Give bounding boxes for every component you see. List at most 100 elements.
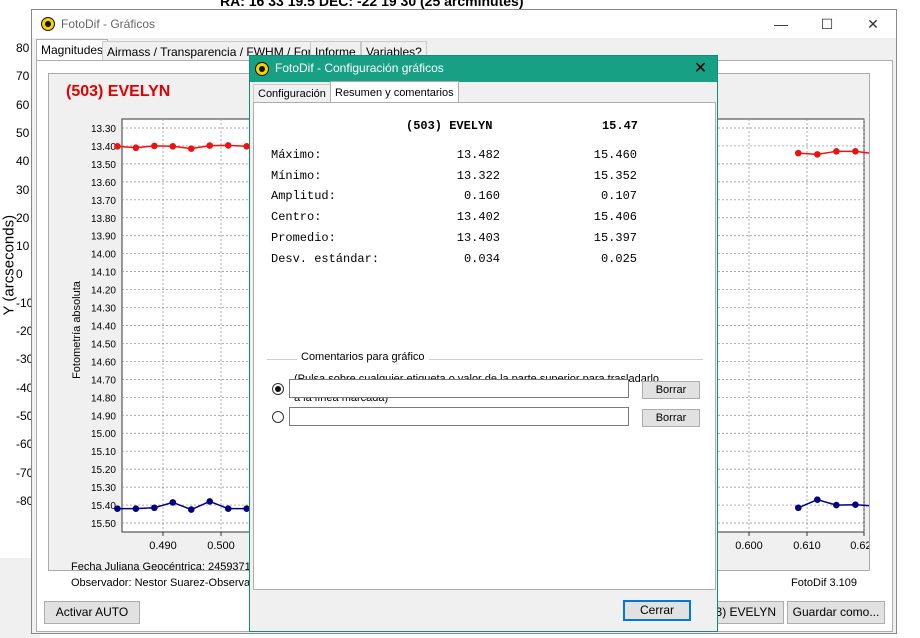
y-tick-label: 14.80 <box>91 393 116 404</box>
red-series-point <box>794 149 802 157</box>
stat-label[interactable]: Máximo: <box>271 148 321 162</box>
stat-value-1[interactable]: 13.402 <box>430 210 500 224</box>
y-tick-label: 14.40 <box>91 322 116 333</box>
y-tick-label: 14.20 <box>91 286 116 297</box>
red-series-point <box>814 151 821 158</box>
stat-value-2[interactable]: 0.107 <box>567 189 637 203</box>
x-tick-label: 0.600 <box>735 540 763 552</box>
tab-magnitudes[interactable]: Magnitudes <box>36 39 109 61</box>
x-tick-label: 0.490 <box>149 540 177 552</box>
x-tick-label: 0.500 <box>207 540 235 552</box>
red-series-point <box>169 142 177 150</box>
y-tick-label: 13.30 <box>91 124 116 135</box>
y-tick-label: 13.80 <box>91 214 116 225</box>
summary-object-name[interactable]: (503) EVELYN <box>406 119 492 133</box>
stat-label[interactable]: Promedio: <box>271 231 336 245</box>
observer-label: Observador: Nestor Suarez-Observato <box>71 577 260 589</box>
blue-series-point <box>224 505 232 512</box>
y-tick-label: 13.60 <box>91 178 116 189</box>
y-tick-label: 14.30 <box>91 304 116 315</box>
y-tick-label: 14.10 <box>91 268 116 279</box>
stat-value-2[interactable]: 15.406 <box>567 210 637 224</box>
config-dialog: FotoDif - Configuración gráficos ✕ Confi… <box>249 55 718 632</box>
stat-value-1[interactable]: 0.034 <box>430 252 500 266</box>
y-tick-label: 13.90 <box>91 232 116 243</box>
red-series-point <box>132 144 140 152</box>
stat-label[interactable]: Centro: <box>271 210 321 224</box>
comment-line1-input[interactable] <box>289 379 629 398</box>
window-title: FotoDif - Gráficos <box>61 17 156 31</box>
comment-line1-radio[interactable] <box>272 383 284 395</box>
fotodif-app-icon <box>255 62 269 76</box>
x-tick-label: 0.610 <box>793 540 821 552</box>
blue-series-point <box>169 499 177 506</box>
comments-legend: Comentarios para gráfico <box>297 351 429 363</box>
blue-series-point <box>114 505 121 512</box>
clear-line2-button[interactable]: Borrar <box>642 409 700 427</box>
y-tick-label: 15.30 <box>91 483 116 494</box>
dialog-close-button[interactable]: ✕ <box>684 57 717 81</box>
dialog-title: FotoDif - Configuración gráficos <box>275 61 444 75</box>
y-tick-label: 14.50 <box>91 339 116 350</box>
stat-value-2[interactable]: 15.352 <box>567 169 637 183</box>
red-series-point <box>151 142 158 150</box>
stat-value-1[interactable]: 13.482 <box>430 148 500 162</box>
y-tick-label: 14.00 <box>91 250 116 261</box>
version-label: FotoDif 3.109 <box>791 577 858 589</box>
activate-auto-button[interactable]: Activar AUTO <box>44 601 140 624</box>
y-tick-label: 15.20 <box>91 465 116 476</box>
comment-line2-radio[interactable] <box>272 411 284 423</box>
y-tick-label: 15.50 <box>91 519 116 530</box>
blue-series-point <box>132 505 140 512</box>
red-series-point <box>206 142 214 149</box>
blue-series-point <box>151 504 158 512</box>
red-series-point <box>833 148 840 155</box>
tab-resumen-comentarios[interactable]: Resumen y comentarios <box>330 81 459 103</box>
y-tick-label: 15.10 <box>91 447 116 458</box>
stat-value-2[interactable]: 15.397 <box>567 231 637 245</box>
stat-value-1[interactable]: 0.160 <box>430 189 500 203</box>
y-tick-label: 14.90 <box>91 411 116 422</box>
summary-object-value[interactable]: 15.47 <box>574 119 638 133</box>
blue-series-point <box>833 501 840 509</box>
y-tick-label: 15.00 <box>91 429 116 440</box>
save-as-button[interactable]: Guardar como... <box>787 601 885 624</box>
blue-series-point <box>187 506 195 513</box>
y-tick-label: 13.70 <box>91 196 116 207</box>
close-button[interactable]: ✕ <box>850 10 896 38</box>
comment-line2-input[interactable] <box>289 407 629 426</box>
x-tick-label: 0.620 <box>850 540 869 552</box>
y-tick-label: 13.40 <box>91 142 116 153</box>
background-ylabel: Y (arcseconds) <box>0 214 18 316</box>
stat-value-2[interactable]: 15.460 <box>567 148 637 162</box>
stat-label[interactable]: Desv. estándar: <box>271 252 379 266</box>
close-dialog-button[interactable]: Cerrar <box>623 600 691 621</box>
blue-series-point <box>794 504 802 512</box>
red-series-point <box>114 142 121 150</box>
background-title: RA: 16 33 19.5 DEC: -22 19 30 (25 arcmin… <box>220 0 524 9</box>
stat-label[interactable]: Amplitud: <box>271 189 336 203</box>
blue-series-point <box>206 498 214 505</box>
stat-label[interactable]: Mínimo: <box>271 169 321 183</box>
minimize-button[interactable]: — <box>758 10 804 38</box>
clear-line1-button[interactable]: Borrar <box>642 381 700 399</box>
red-series-point <box>187 145 195 152</box>
red-series-point <box>852 148 859 155</box>
blue-series-point <box>852 501 859 509</box>
tab-configuracion[interactable]: Configuración <box>253 84 331 103</box>
y-tick-label: 14.60 <box>91 357 116 368</box>
stat-value-2[interactable]: 0.025 <box>567 252 637 266</box>
stat-value-1[interactable]: 13.403 <box>430 231 500 245</box>
julian-date-label: Fecha Juliana Geocéntrica: 2459371 + <box>71 561 261 573</box>
y-tick-label: 13.50 <box>91 160 116 171</box>
y-tick-label: 14.70 <box>91 375 116 386</box>
fotodif-app-icon <box>41 17 55 31</box>
blue-series-point <box>814 496 821 503</box>
dialog-titlebar[interactable]: FotoDif - Configuración gráficos ✕ <box>250 56 717 82</box>
stat-value-1[interactable]: 13.322 <box>430 169 500 183</box>
window-titlebar[interactable]: FotoDif - Gráficos — ☐ ✕ <box>32 10 896 38</box>
y-tick-label: 15.40 <box>91 501 116 512</box>
summary-panel: (503) EVELYN 15.47 Máximo: 13.482 15.460 Mí… <box>253 102 716 590</box>
maximize-button[interactable]: ☐ <box>804 10 850 38</box>
object-select-button[interactable]: 3) EVELYN <box>712 601 784 624</box>
